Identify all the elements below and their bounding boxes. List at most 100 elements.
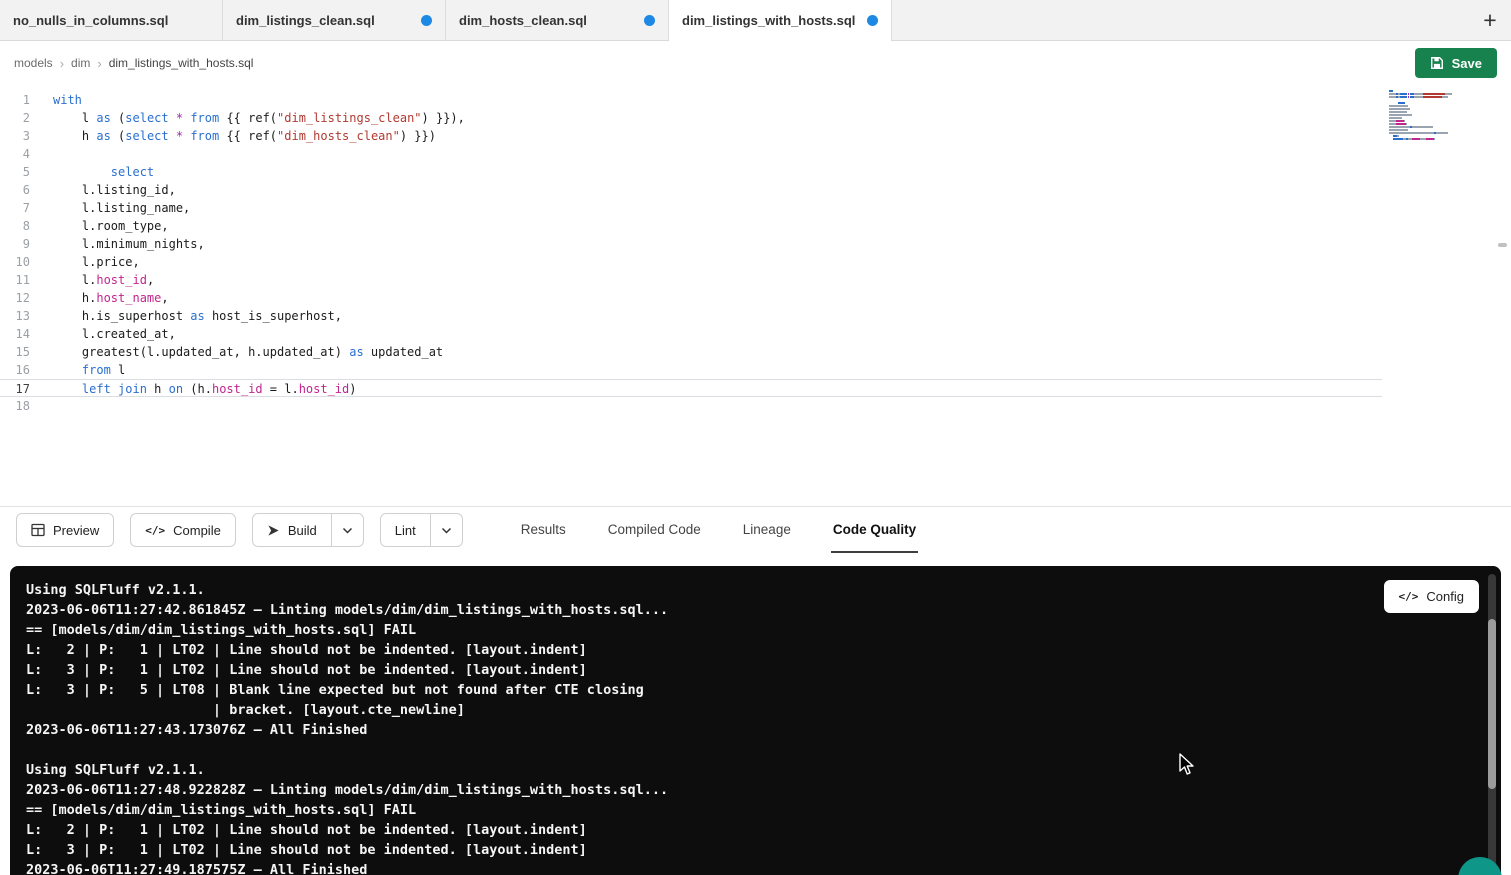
- line-number: 15: [0, 343, 30, 361]
- code-line[interactable]: 11 l.host_id,: [0, 271, 1511, 289]
- lint-dropdown-button[interactable]: [430, 513, 463, 547]
- compile-button-label: Compile: [173, 523, 221, 538]
- panel-tab-results[interactable]: Results: [519, 507, 568, 553]
- editor-tab-2[interactable]: dim_listings_clean.sql: [223, 0, 446, 40]
- code-line[interactable]: 10 l.price,: [0, 253, 1511, 271]
- code-line[interactable]: 16 from l: [0, 361, 1511, 379]
- compile-button[interactable]: </> Compile: [130, 513, 236, 547]
- editor-tab-1[interactable]: no_nulls_in_columns.sql: [0, 0, 223, 40]
- editor-scrollbar[interactable]: [1498, 243, 1507, 247]
- code-text: l.listing_id,: [30, 181, 176, 199]
- minimap-seg: [1436, 132, 1448, 134]
- code-icon: </>: [1399, 590, 1419, 603]
- terminal-line: 2023-06-06T11:27:42.861845Z — Linting mo…: [26, 600, 1485, 620]
- build-dropdown-button[interactable]: [331, 513, 364, 547]
- file-header: models›dim›dim_listings_with_hosts.sql S…: [0, 41, 1511, 85]
- config-button[interactable]: </> Config: [1384, 580, 1479, 613]
- minimap[interactable]: [1389, 90, 1463, 144]
- minimap-seg: [1389, 93, 1396, 95]
- code-text: [30, 397, 53, 415]
- minimap-seg: [1389, 132, 1434, 134]
- panel-tab-compiled-code[interactable]: Compiled Code: [606, 507, 703, 553]
- token: select: [111, 165, 154, 179]
- token: l.: [53, 273, 96, 287]
- code-line[interactable]: 15 greatest(l.updated_at, h.updated_at) …: [0, 343, 1511, 361]
- code-text: l as (select * from {{ ref("dim_listings…: [30, 109, 465, 127]
- terminal-scrollbar[interactable]: [1488, 574, 1496, 874]
- code-line[interactable]: 12 h.host_name,: [0, 289, 1511, 307]
- token: h.is_superhost: [53, 309, 190, 323]
- minimap-seg: [1389, 90, 1393, 92]
- code-line[interactable]: 17 left join h on (h.host_id = l.host_id…: [0, 379, 1382, 397]
- line-number: 4: [0, 145, 30, 163]
- code-line[interactable]: 7 l.listing_name,: [0, 199, 1511, 217]
- code-line[interactable]: 18: [0, 397, 1511, 415]
- save-button[interactable]: Save: [1415, 48, 1497, 78]
- editor-tab-4[interactable]: dim_listings_with_hosts.sql: [669, 0, 892, 41]
- code-line[interactable]: 9 l.minimum_nights,: [0, 235, 1511, 253]
- code-line[interactable]: 2 l as (select * from {{ ref("dim_listin…: [0, 109, 1511, 127]
- breadcrumb-segment[interactable]: models: [14, 56, 53, 70]
- token: = l.: [263, 382, 299, 396]
- terminal-line: L: 2 | P: 1 | LT02 | Line should not be …: [26, 640, 1485, 660]
- line-number: 7: [0, 199, 30, 217]
- terminal-line: == [models/dim/dim_listings_with_hosts.s…: [26, 800, 1485, 820]
- minimap-seg: [1445, 93, 1452, 95]
- token: select: [125, 129, 168, 143]
- code-line[interactable]: 13 h.is_superhost as host_is_superhost,: [0, 307, 1511, 325]
- code-editor[interactable]: 1with2 l as (select * from {{ ref("dim_l…: [0, 85, 1511, 507]
- code-line[interactable]: 5 select: [0, 163, 1511, 181]
- token: as: [96, 129, 110, 143]
- token: left join: [82, 382, 147, 396]
- new-tab-button[interactable]: +: [1469, 0, 1511, 40]
- minimap-seg: [1423, 96, 1442, 98]
- chevron-down-icon: [342, 527, 353, 534]
- line-number: 2: [0, 109, 30, 127]
- code-text: select: [30, 163, 154, 181]
- terminal-scrollbar-thumb[interactable]: [1488, 619, 1496, 789]
- run-arrow-icon: [267, 524, 280, 537]
- token: select: [125, 111, 168, 125]
- unsaved-changes-dot-icon: [644, 15, 655, 26]
- tab-label: dim_listings_clean.sql: [236, 13, 375, 28]
- code-line[interactable]: 6 l.listing_id,: [0, 181, 1511, 199]
- editor-tab-3[interactable]: dim_hosts_clean.sql: [446, 0, 669, 40]
- token: h: [147, 382, 169, 396]
- build-button[interactable]: Build: [252, 513, 332, 547]
- code-line[interactable]: 14 l.created_at,: [0, 325, 1511, 343]
- breadcrumb-segment[interactable]: dim_listings_with_hosts.sql: [109, 56, 254, 70]
- code-line[interactable]: 4: [0, 145, 1511, 163]
- code-line[interactable]: 1with: [0, 91, 1511, 109]
- terminal-line: == [models/dim/dim_listings_with_hosts.s…: [26, 620, 1485, 640]
- code-line[interactable]: 3 h as (select * from {{ ref("dim_hosts_…: [0, 127, 1511, 145]
- line-number: 6: [0, 181, 30, 199]
- terminal-line: L: 2 | P: 1 | LT02 | Line should not be …: [26, 820, 1485, 840]
- minimap-line: [1389, 93, 1463, 95]
- token: host_id: [212, 382, 263, 396]
- save-icon: [1430, 56, 1444, 70]
- token: l.room_type,: [53, 219, 169, 233]
- minimap-line: [1389, 111, 1463, 113]
- panel-tab-code-quality[interactable]: Code Quality: [831, 507, 918, 553]
- code-line[interactable]: 8 l.room_type,: [0, 217, 1511, 235]
- token: [169, 129, 176, 143]
- lint-button[interactable]: Lint: [380, 513, 431, 547]
- breadcrumb-segment[interactable]: dim: [71, 56, 90, 70]
- token: l.listing_name,: [53, 201, 190, 215]
- token: l: [53, 111, 96, 125]
- token: from: [190, 129, 219, 143]
- result-panel-tabs: Results Compiled Code Lineage Code Quality: [519, 507, 918, 553]
- line-number: 14: [0, 325, 30, 343]
- terminal-line: | bracket. [layout.cte_newline]: [26, 700, 1485, 720]
- panel-tab-lineage[interactable]: Lineage: [741, 507, 793, 553]
- minimap-line: [1389, 108, 1463, 110]
- terminal-line: [26, 740, 1485, 760]
- code-text: h.host_name,: [30, 289, 169, 307]
- terminal-line: 2023-06-06T11:27:49.187575Z — All Finish…: [26, 860, 1485, 875]
- terminal-line: 2023-06-06T11:27:43.173076Z — All Finish…: [26, 720, 1485, 740]
- token: as: [96, 111, 110, 125]
- line-number: 17: [0, 380, 30, 396]
- token: ) }}),: [422, 111, 465, 125]
- minimap-line: [1389, 135, 1463, 137]
- preview-button[interactable]: Preview: [16, 513, 114, 547]
